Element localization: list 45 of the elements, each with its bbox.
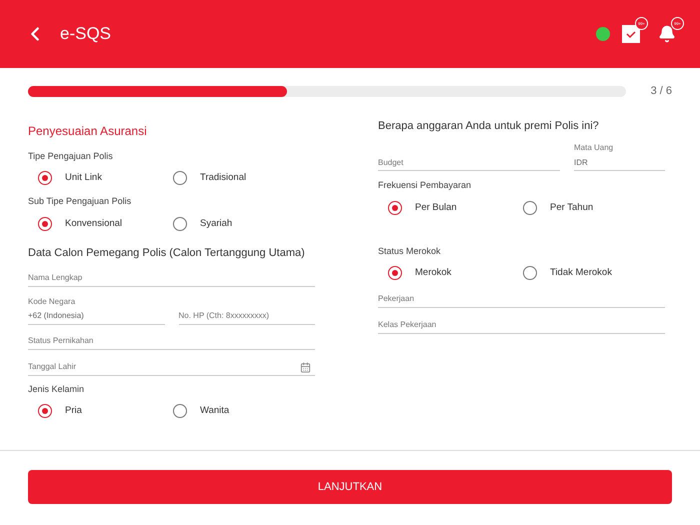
field-label: Tipe Pengajuan Polis [28, 150, 114, 163]
input-field[interactable]: Nama Lengkap [28, 270, 315, 286]
radio-button[interactable] [38, 404, 52, 418]
radio-label: Tradisional [200, 171, 246, 185]
section-heading: Penyesuaian Asuransi [28, 122, 148, 140]
radio-button[interactable] [38, 216, 52, 231]
field-label: Jenis Kelamin [28, 382, 86, 396]
radio-label: Konvensional [65, 216, 122, 231]
radio-label: Per Tahun [550, 200, 594, 214]
radio-label: Merokok [415, 266, 452, 280]
input-field[interactable]: IDR [574, 154, 665, 171]
step-counter: 3 / 6 [650, 84, 672, 99]
radio-button[interactable] [523, 200, 537, 215]
field-label: Status Merokok [378, 244, 442, 258]
section-heading: Data Calon Pemegang Polis (Calon Tertanggung Utama) [28, 246, 306, 261]
field-label: Kode Negara [28, 296, 76, 308]
radio-label: Tidak Merokok [550, 266, 612, 280]
radio-button[interactable] [173, 404, 187, 418]
bell-icon[interactable] [658, 25, 676, 43]
calendar-icon[interactable] [300, 362, 311, 372]
radio-label: Syariah [200, 216, 232, 231]
radio-button[interactable] [38, 171, 52, 186]
radio-label: Unit Link [65, 171, 102, 185]
input-field[interactable]: Status Pernikahan [28, 332, 315, 350]
input-field[interactable]: Budget [378, 154, 560, 171]
radio-button[interactable] [173, 171, 187, 186]
radio-button[interactable] [523, 266, 537, 280]
input-field[interactable]: Kelas Pekerjaan [378, 316, 665, 334]
app-title: e-SQS [60, 23, 112, 46]
section-heading: Berapa anggaran Anda untuk premi Polis ini? [378, 118, 600, 134]
input-field[interactable]: +62 (Indonesia) [28, 308, 164, 324]
field-label: Frekuensi Pembayaran [378, 179, 472, 192]
continue-button[interactable]: LANJUTKAN [28, 470, 672, 504]
inbox-icon[interactable] [622, 25, 640, 43]
input-field[interactable]: Pekerjaan [378, 290, 665, 308]
field-label: Sub Tipe Pengajuan Polis [28, 195, 132, 208]
radio-button[interactable] [173, 216, 187, 231]
field-label: Mata Uang [574, 142, 614, 154]
input-field[interactable]: No. HP (Cth: 8xxxxxxxxx) [178, 308, 315, 324]
radio-button[interactable] [388, 200, 402, 215]
radio-button[interactable] [388, 266, 402, 280]
radio-label: Pria [65, 404, 82, 418]
radio-label: Wanita [200, 404, 230, 418]
input-field[interactable]: Tanggal Lahir [28, 358, 315, 376]
radio-label: Per Bulan [415, 200, 457, 214]
